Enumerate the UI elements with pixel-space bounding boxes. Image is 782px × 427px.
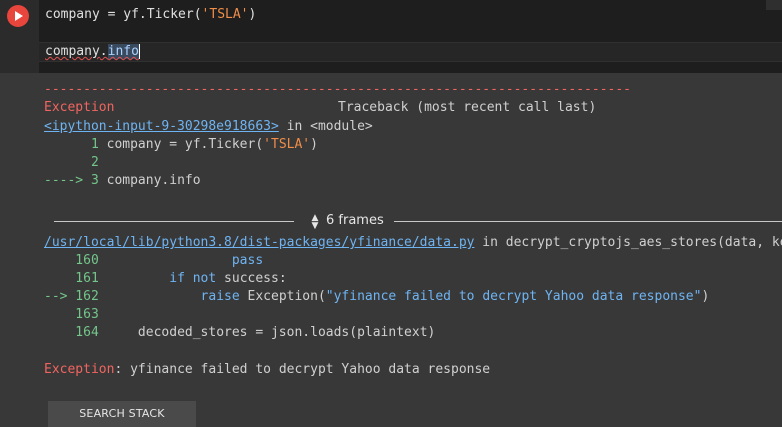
code-string: 'TSLA'	[263, 137, 311, 152]
traceback-header-text: Traceback (most recent call last)	[338, 100, 597, 115]
code-selected-text: info	[107, 44, 139, 59]
divider	[394, 221, 782, 222]
frame-source-link[interactable]: /usr/local/lib/python3.8/dist-packages/y…	[44, 235, 474, 250]
frame-source-link[interactable]: <ipython-input-9-30298e918663>	[44, 119, 279, 134]
frame-in-text: in	[278, 119, 311, 134]
current-line-arrow: --> 162	[44, 289, 99, 304]
collapsed-frames-row: ▲ ▼ 6 frames	[54, 212, 782, 230]
run-cell-button[interactable]	[7, 5, 29, 27]
traceback-frame-1: <ipython-input-9-30298e918663> in <modul…	[44, 118, 373, 136]
exception-name: Exception	[44, 100, 115, 115]
code-text: company.info	[98, 173, 201, 188]
code-text: company = yf.Ticker(	[98, 137, 264, 152]
code-text: success:	[216, 271, 287, 286]
code-error-underlined: company.info	[45, 44, 139, 59]
frame-module-text: <module>	[310, 119, 373, 134]
search-stack-overflow-button[interactable]: SEARCH STACK OVERFLOW	[48, 401, 196, 427]
code-string: "yfinance failed to decrypt Yahoo data r…	[325, 289, 702, 304]
frame-line-current: ----> 3 company.info	[44, 172, 201, 190]
final-exception-message: Exception: yfinance failed to decrypt Ya…	[44, 361, 490, 379]
frame-line: 1 company = yf.Ticker('TSLA')	[44, 136, 318, 154]
code-cell: company = yf.Ticker('TSLA') company.info	[0, 0, 782, 73]
line-number: 161	[44, 271, 99, 286]
traceback-header: Exception Traceback (most recent call las…	[44, 99, 596, 117]
frame-line-current: --> 162 raise Exception("yfinance failed…	[44, 288, 709, 306]
exception-message: : yfinance failed to decrypt Yahoo data …	[114, 362, 491, 377]
frame-line: 160 pass	[44, 252, 263, 270]
code-text: Exception(	[239, 289, 326, 304]
current-line-highlight	[39, 42, 782, 62]
cell-toolbar[interactable]	[766, 0, 782, 10]
line-number: 164	[44, 325, 99, 340]
code-line-2[interactable]: company.info	[45, 43, 140, 61]
line-number: 1	[44, 137, 99, 152]
divider	[54, 221, 294, 222]
code-keyword: pass	[98, 253, 264, 268]
line-number: 163	[44, 307, 99, 322]
traceback-frame-2: /usr/local/lib/python3.8/dist-packages/y…	[44, 234, 782, 252]
frame-line: 161 if not success:	[44, 270, 287, 288]
frame-line: 2	[44, 154, 99, 172]
code-text: )	[248, 7, 257, 22]
code-editor[interactable]: company = yf.Ticker('TSLA') company.info	[39, 0, 782, 73]
frame-line: 164 decoded_stores = json.loads(plaintex…	[44, 324, 435, 342]
frames-label: 6 frames	[326, 213, 384, 228]
current-line-arrow: ----> 3	[44, 173, 99, 188]
frame-line: 163	[44, 306, 99, 324]
line-number: 160	[44, 253, 99, 268]
traceback-separator: ----------------------------------------…	[44, 82, 631, 97]
code-string: 'TSLA'	[201, 7, 249, 22]
exception-name: Exception	[44, 362, 115, 377]
code-text: )	[701, 289, 710, 304]
code-line-1[interactable]: company = yf.Ticker('TSLA')	[45, 6, 256, 24]
expand-collapse-chevron-icon: ▲ ▼	[311, 212, 319, 231]
frame-in-text: in decrypt_cryptojs_aes_stores(data, key…	[474, 235, 782, 250]
code-text: company = yf.Ticker(	[45, 7, 202, 22]
code-text: )	[310, 137, 318, 152]
line-number: 2	[44, 155, 99, 170]
code-text: .	[99, 44, 108, 59]
code-text: company	[45, 44, 100, 59]
text-cursor	[138, 44, 140, 59]
code-keyword: if not	[169, 271, 217, 286]
code-text: decoded_stores = json.loads(plaintext)	[98, 325, 436, 340]
code-keyword: raise	[200, 289, 240, 304]
expand-frames-toggle[interactable]: ▲ ▼ 6 frames	[310, 212, 384, 230]
cell-gutter	[0, 0, 39, 73]
cell-output: ----------------------------------------…	[0, 73, 782, 427]
